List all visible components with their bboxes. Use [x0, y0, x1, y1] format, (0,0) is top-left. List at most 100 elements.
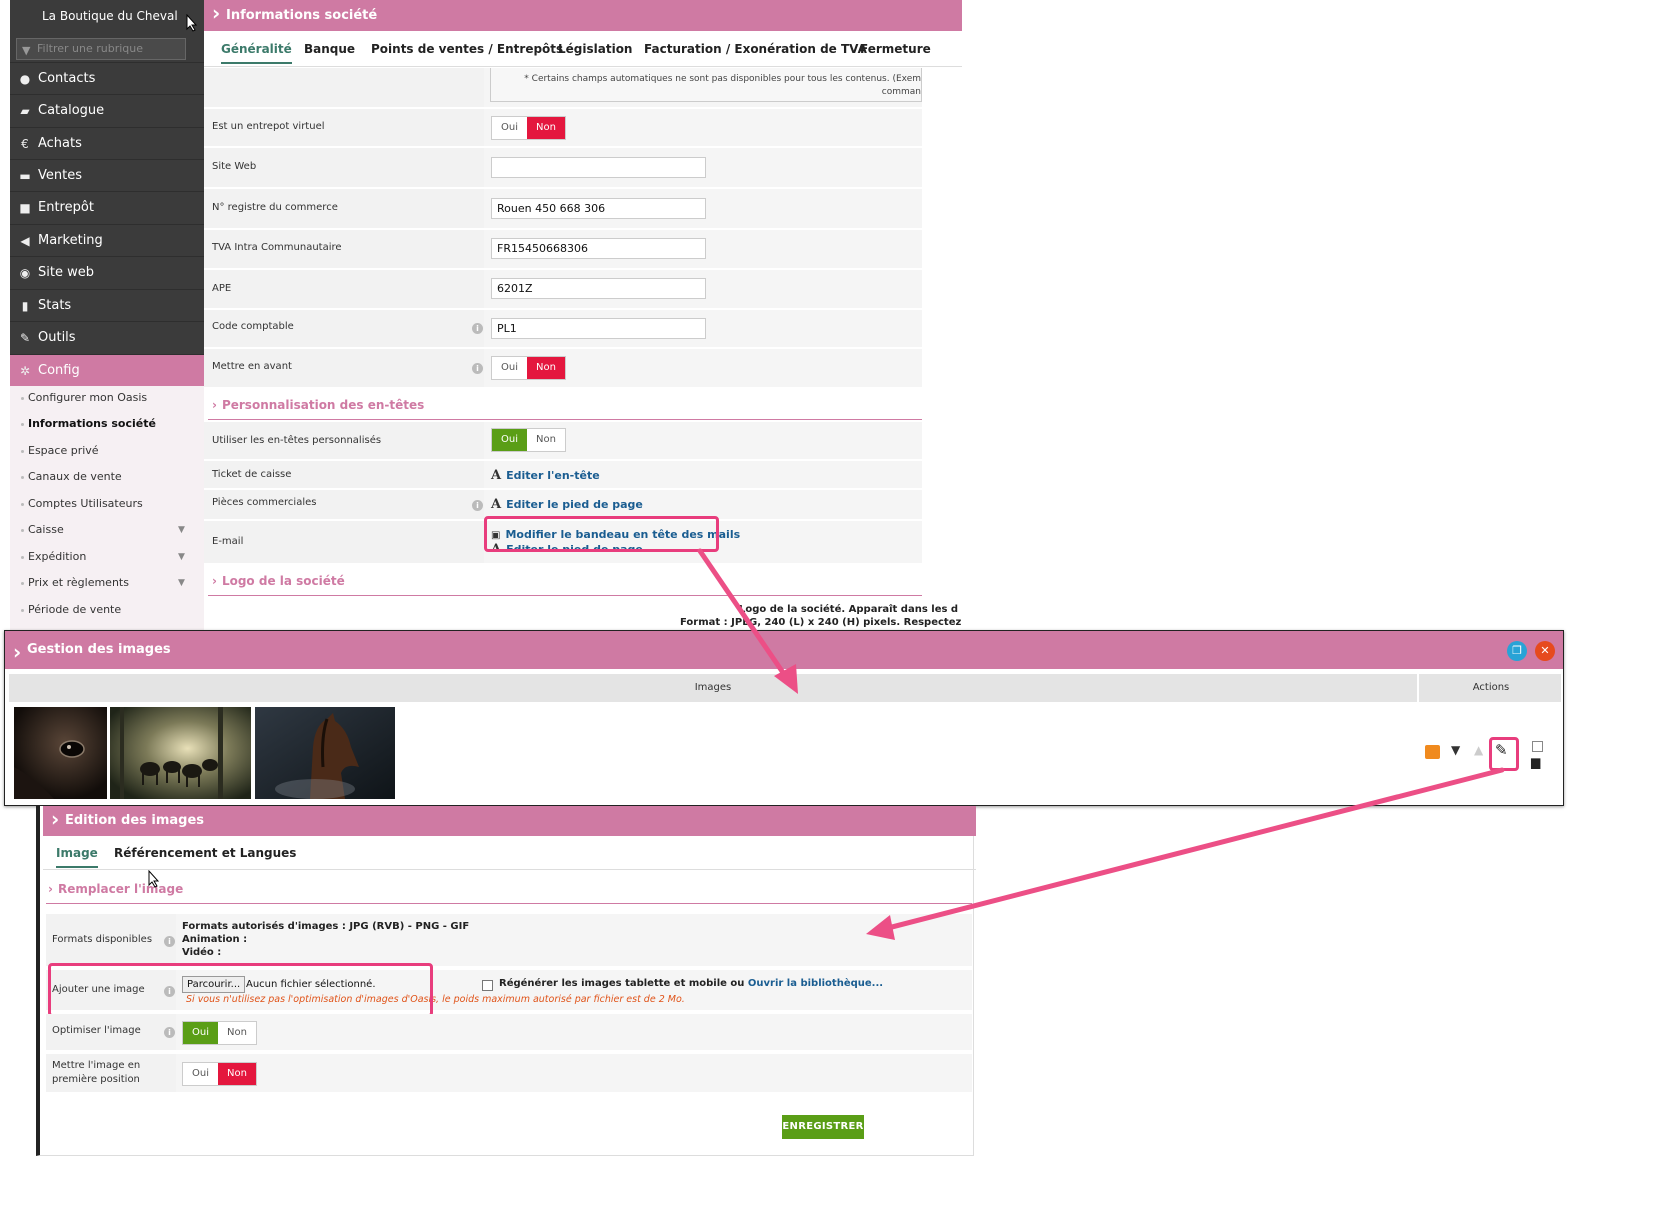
tva-input[interactable]: FR15450668306: [491, 238, 706, 259]
edit-pied-link[interactable]: A Editer le pied de page: [491, 497, 643, 512]
toggle-oui[interactable]: Oui: [492, 357, 527, 379]
nav-label: Contacts: [38, 71, 96, 86]
link-text: Editer l'en-tête: [506, 469, 600, 482]
tab-fermeture[interactable]: Fermeture: [860, 42, 931, 56]
nav-achats[interactable]: € Achats: [10, 127, 204, 159]
euro-icon: €: [21, 137, 29, 151]
filter-placeholder: Filtrer une rubrique: [37, 42, 144, 55]
image-thumbnail-horses-forest[interactable]: [110, 707, 251, 799]
section-remplacer[interactable]: Remplacer l'image: [48, 882, 183, 896]
close-icon[interactable]: ✕: [1535, 641, 1555, 661]
nav-site-web[interactable]: ◉ Site web: [10, 256, 204, 288]
edit-entete-link[interactable]: A Editer l'en-tête: [491, 468, 600, 483]
note-line-2: comman: [881, 87, 921, 97]
nav-label: Site web: [38, 265, 94, 280]
filter-input[interactable]: ▼ Filtrer une rubrique: [16, 38, 186, 60]
toggle-oui[interactable]: Oui: [492, 429, 527, 451]
tab-banque[interactable]: Banque: [304, 42, 355, 56]
label-ticket: Ticket de caisse: [212, 469, 292, 480]
value-cell: Formats autorisés d'images : JPG (RVB) -…: [176, 914, 972, 966]
chevron-down-icon: ▼: [178, 525, 185, 535]
registre-input[interactable]: Rouen 450 668 306: [491, 198, 706, 219]
toggle-non[interactable]: Non: [218, 1063, 256, 1085]
nav-config[interactable]: ✲ Config: [10, 354, 204, 386]
toggle-premiere-position[interactable]: Oui Non: [182, 1062, 257, 1086]
toggle-non[interactable]: Non: [218, 1022, 256, 1044]
nav-contacts[interactable]: ● Contacts: [10, 62, 204, 94]
nav-ventes[interactable]: ▬ Ventes: [10, 159, 204, 191]
ape-input[interactable]: 6201Z: [491, 278, 706, 299]
regen-checkbox[interactable]: [482, 980, 493, 991]
info-icon[interactable]: i: [164, 936, 175, 947]
toggle-non[interactable]: Non: [527, 357, 565, 379]
toggle-oui[interactable]: Oui: [183, 1022, 218, 1044]
toggle-mettre-en-avant[interactable]: Oui Non: [491, 356, 566, 380]
info-icon[interactable]: i: [472, 363, 483, 374]
library-link[interactable]: Ouvrir la bibliothèque...: [748, 978, 883, 989]
trash-icon[interactable]: ▆: [1531, 755, 1540, 769]
section-logo[interactable]: Logo de la société: [212, 574, 345, 588]
submenu-informations-societe[interactable]: Informations société: [21, 415, 156, 433]
toggle-oui[interactable]: Oui: [492, 117, 527, 139]
arrow-up-icon[interactable]: ▲: [1474, 743, 1483, 757]
row-registre: N° registre du commerce Rouen 450 668 30…: [204, 189, 922, 229]
row-ticket: Ticket de caisse A Editer l'en-tête: [204, 461, 922, 489]
label-premiere-2: première position: [52, 1074, 140, 1085]
nav-label: Entrepôt: [38, 200, 94, 215]
toggle-non[interactable]: Non: [527, 429, 565, 451]
nav-entrepot[interactable]: ■ Entrepôt: [10, 191, 204, 223]
tab-image[interactable]: Image: [56, 846, 98, 868]
image-thumbnail-horse-smoke[interactable]: [255, 707, 395, 799]
tab-generalite[interactable]: Généralité: [221, 42, 292, 64]
site-web-input[interactable]: [491, 157, 706, 178]
toggle-oui[interactable]: Oui: [183, 1063, 218, 1085]
toggle-entrepot-virtuel[interactable]: Oui Non: [491, 116, 566, 140]
chevron-down-icon: ▼: [178, 578, 185, 588]
row-entrepot-virtuel: Est un entrepot virtuel Oui Non: [204, 109, 922, 147]
tab-facturation[interactable]: Facturation / Exonération de TVA: [644, 42, 867, 56]
info-icon[interactable]: i: [472, 323, 483, 334]
tab-referencement[interactable]: Référencement et Langues: [114, 846, 296, 860]
nav-catalogue[interactable]: ▰ Catalogue: [10, 94, 204, 126]
submenu-canaux[interactable]: Canaux de vente: [21, 468, 122, 486]
submenu-comptes[interactable]: Comptes Utilisateurs: [21, 495, 143, 513]
nav-stats[interactable]: ▮ Stats: [10, 289, 204, 321]
info-icon[interactable]: i: [472, 500, 483, 511]
arrow-down-icon[interactable]: ▼: [1451, 743, 1460, 757]
duplicate-window-icon[interactable]: ❐: [1507, 641, 1527, 661]
code-comptable-input[interactable]: PL1: [491, 318, 706, 339]
tab-points-de-ventes[interactable]: Points de ventes / Entrepôts: [371, 42, 563, 56]
submenu-periode[interactable]: Période de vente: [20, 601, 121, 619]
image-thumbnail-horse-eye[interactable]: [14, 707, 107, 799]
nav-label: Marketing: [38, 233, 103, 248]
info-icon[interactable]: i: [164, 1027, 175, 1038]
section-personnalisation[interactable]: Personnalisation des en-têtes: [212, 398, 424, 412]
tab-legislation[interactable]: Législation: [558, 42, 632, 56]
section-divider: [208, 595, 922, 596]
nav-marketing[interactable]: ◀ Marketing: [10, 224, 204, 256]
label-formats: Formats disponibles: [52, 934, 153, 945]
sidebar: La Boutique du Cheval ▼ Filtrer une rubr…: [10, 0, 204, 662]
nav-outils[interactable]: ✎ Outils: [10, 321, 204, 353]
label-entrepot-virtuel: Est un entrepot virtuel: [212, 121, 325, 132]
nav-label: Catalogue: [38, 103, 105, 118]
toggle-optimiser[interactable]: Oui Non: [182, 1021, 257, 1045]
section-divider: [46, 903, 972, 904]
select-checkbox[interactable]: [1532, 741, 1543, 752]
toggle-utiliser-entetes[interactable]: Oui Non: [491, 428, 566, 452]
formats-line-1: Formats autorisés d'images : JPG (RVB) -…: [182, 921, 470, 932]
chevron-down-icon: ▼: [178, 552, 185, 562]
flag-icon[interactable]: [1425, 745, 1440, 759]
submenu-expedition[interactable]: Expédition ▼: [21, 548, 188, 566]
label-pieces: Pièces commerciales: [212, 497, 317, 508]
row-code-comptable: Code comptable i PL1: [204, 310, 922, 348]
brand-name[interactable]: La Boutique du Cheval: [10, 0, 204, 32]
toggle-non[interactable]: Non: [527, 117, 565, 139]
save-button[interactable]: ENREGISTRER: [782, 1115, 864, 1139]
submenu-prix[interactable]: Prix et règlements ▼: [21, 574, 188, 592]
megaphone-icon: ◀: [20, 234, 30, 248]
submenu-configurer[interactable]: Configurer mon Oasis: [20, 389, 147, 407]
submenu-caisse[interactable]: Caisse ▼: [21, 521, 188, 539]
submenu-espace-prive[interactable]: Espace privé: [21, 442, 99, 460]
globe-icon: ◉: [19, 266, 31, 280]
